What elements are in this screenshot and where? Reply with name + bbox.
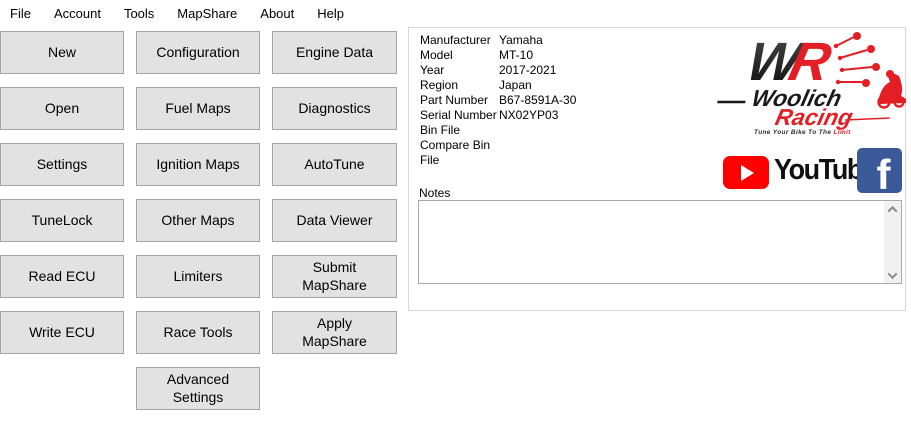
apply-mapshare-button[interactable]: Apply MapShare	[272, 311, 397, 354]
submit-mapshare-button[interactable]: Submit MapShare	[272, 255, 397, 298]
open-button[interactable]: Open	[0, 87, 124, 130]
info-row-compare-bin-file: Compare Bin File	[420, 138, 576, 153]
info-label: Year	[420, 63, 499, 78]
maps-column: Configuration Fuel Maps Ignition Maps Ot…	[136, 31, 260, 410]
info-label: Compare Bin File	[420, 138, 499, 153]
read-ecu-button[interactable]: Read ECU	[0, 255, 124, 298]
info-label: Serial Number	[420, 108, 499, 123]
chevron-up-icon	[888, 205, 898, 215]
facebook-icon[interactable]: f	[857, 148, 902, 193]
info-row-part-number: Part Number B67-8591A-30	[420, 93, 576, 108]
write-ecu-button[interactable]: Write ECU	[0, 311, 124, 354]
menu-item-about[interactable]: About	[260, 6, 294, 21]
settings-button[interactable]: Settings	[0, 143, 124, 186]
info-label: Part Number	[420, 93, 499, 108]
bike-info-panel: Manufacturer Yamaha Model MT-10 Year 201…	[408, 27, 906, 311]
info-label: Region	[420, 78, 499, 93]
info-value: Japan	[499, 78, 532, 93]
info-value: 2017-2021	[499, 63, 556, 78]
circuit-traces-icon	[834, 32, 880, 87]
engine-data-button[interactable]: Engine Data	[272, 31, 397, 74]
scroll-up-icon[interactable]	[884, 201, 901, 217]
tools-column: Engine Data Diagnostics AutoTune Data Vi…	[272, 31, 397, 354]
logo-tagline: Tune Your Bike To The Limit	[754, 129, 851, 136]
wr-monogram: W R Woolich Ra	[714, 31, 906, 136]
fuel-maps-button[interactable]: Fuel Maps	[136, 87, 260, 130]
notes-label: Notes	[419, 186, 450, 200]
file-actions-column: New Open Settings TuneLock Read ECU Writ…	[0, 31, 124, 354]
menu-item-account[interactable]: Account	[54, 6, 101, 21]
menu-item-mapshare[interactable]: MapShare	[177, 6, 237, 21]
autotune-button[interactable]: AutoTune	[272, 143, 397, 186]
info-row-region: Region Japan	[420, 78, 576, 93]
info-row-model: Model MT-10	[420, 48, 576, 63]
info-row-bin-file: Bin File	[420, 123, 576, 138]
advanced-settings-button[interactable]: Advanced Settings	[136, 367, 260, 410]
info-value: NX02YP03	[499, 108, 558, 123]
play-icon	[741, 165, 754, 181]
info-label: Bin File	[420, 123, 499, 138]
tunelock-button[interactable]: TuneLock	[0, 199, 124, 242]
info-value: Yamaha	[499, 33, 543, 48]
new-button[interactable]: New	[0, 31, 124, 74]
notes-scrollbar[interactable]	[884, 201, 901, 283]
menubar: File Account Tools MapShare About Help	[0, 0, 911, 26]
diagnostics-button[interactable]: Diagnostics	[272, 87, 397, 130]
menu-item-help[interactable]: Help	[317, 6, 344, 21]
chevron-down-icon	[888, 269, 898, 279]
other-maps-button[interactable]: Other Maps	[136, 199, 260, 242]
configuration-button[interactable]: Configuration	[136, 31, 260, 74]
info-row-manufacturer: Manufacturer Yamaha	[420, 33, 576, 48]
menu-item-tools[interactable]: Tools	[124, 6, 154, 21]
woolich-racing-logo: W R Woolich Ra	[714, 30, 906, 136]
race-tools-button[interactable]: Race Tools	[136, 311, 260, 354]
info-value: MT-10	[499, 48, 533, 63]
scroll-down-icon[interactable]	[884, 267, 901, 283]
info-value: B67-8591A-30	[499, 93, 576, 108]
notes-input[interactable]	[419, 201, 883, 283]
ignition-maps-button[interactable]: Ignition Maps	[136, 143, 260, 186]
bike-info-list: Manufacturer Yamaha Model MT-10 Year 201…	[420, 33, 576, 153]
limiters-button[interactable]: Limiters	[136, 255, 260, 298]
logo-name-secondary: Racing	[773, 104, 856, 130]
info-label: Manufacturer	[420, 33, 499, 48]
info-row-serial-number: Serial Number NX02YP03	[420, 108, 576, 123]
youtube-icon[interactable]	[723, 156, 769, 189]
info-label: Model	[420, 48, 499, 63]
data-viewer-button[interactable]: Data Viewer	[272, 199, 397, 242]
notes-box	[418, 200, 902, 284]
motorcycle-rider-icon	[878, 70, 906, 108]
menu-item-file[interactable]: File	[10, 6, 31, 21]
info-row-year: Year 2017-2021	[420, 63, 576, 78]
